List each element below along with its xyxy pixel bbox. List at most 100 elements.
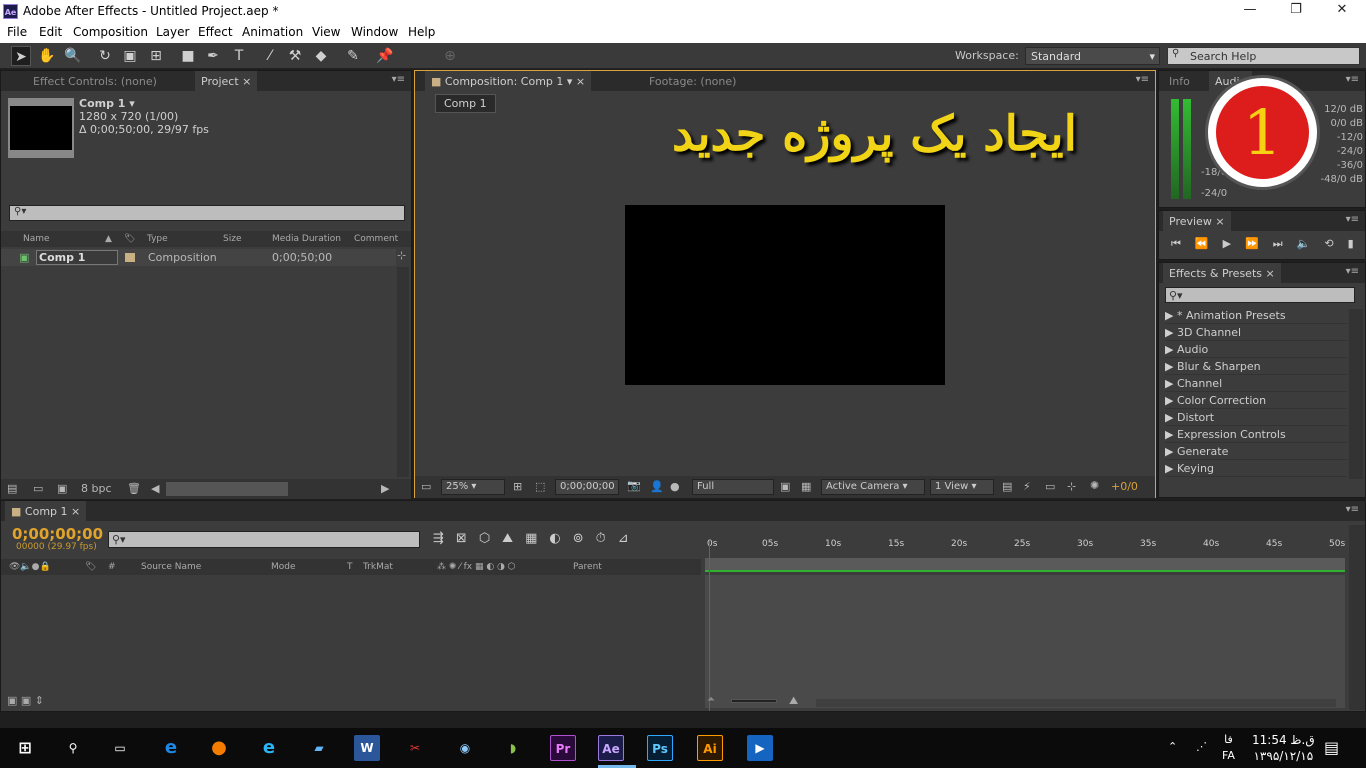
edge-icon[interactable]: e xyxy=(158,735,184,761)
exposure-icon[interactable]: ✺ xyxy=(1090,479,1099,492)
effect-category[interactable]: ▶ 3D Channel xyxy=(1165,324,1347,341)
horizontal-scrollbar[interactable] xyxy=(166,482,288,496)
rectangle-tool-icon[interactable]: ■ xyxy=(178,46,198,66)
composition-canvas[interactable] xyxy=(625,205,945,385)
current-time-display[interactable]: 0;00;00;00 xyxy=(12,525,103,543)
media-player-icon[interactable]: ▶ xyxy=(747,735,773,761)
menu-view[interactable]: View xyxy=(312,25,340,39)
rotate-tool-icon[interactable]: ↻ xyxy=(95,46,115,66)
roto-brush-tool-icon[interactable]: ✎ xyxy=(343,46,363,66)
current-time-field[interactable]: 0;00;00;00 xyxy=(555,479,619,495)
panel-menu-icon[interactable]: ▾≡ xyxy=(1346,214,1359,225)
puppet-pin-tool-icon[interactable]: 📌 xyxy=(375,46,395,66)
effect-category[interactable]: ▶ Distort xyxy=(1165,409,1347,426)
panel-menu-icon[interactable]: ▾≡ xyxy=(1136,74,1149,85)
menu-window[interactable]: Window xyxy=(351,25,398,39)
bit-depth-label[interactable]: 8 bpc xyxy=(81,482,112,495)
effects-search-input[interactable]: ⚲▾ xyxy=(1165,287,1355,303)
maximize-button[interactable]: ❐ xyxy=(1273,2,1319,22)
first-frame-icon[interactable]: ⏮ xyxy=(1171,237,1195,250)
always-preview-icon[interactable]: ▭ xyxy=(421,480,431,493)
frame-blending-icon[interactable]: ▦ xyxy=(525,531,549,546)
eraser-tool-icon[interactable]: ◆ xyxy=(311,46,331,66)
time-ruler[interactable]: 0s 05s 10s 15s 20s 25s 30s 35s 40s 45s 50s xyxy=(705,525,1350,555)
menu-file[interactable]: File xyxy=(7,25,27,39)
pen-tool-icon[interactable]: ✒ xyxy=(203,46,223,66)
column-t[interactable]: T xyxy=(347,562,353,572)
photoshop-icon[interactable]: Ps xyxy=(647,735,673,761)
project-search-input[interactable]: ⚲▾ xyxy=(9,205,405,221)
menu-edit[interactable]: Edit xyxy=(39,25,62,39)
loop-icon[interactable]: ⟲ xyxy=(1324,237,1347,250)
media-app-icon[interactable]: ✂ xyxy=(402,735,428,761)
timeline-search-input[interactable]: ⚲▾ xyxy=(108,531,420,548)
column-mode[interactable]: Mode xyxy=(271,562,296,572)
file-explorer-icon[interactable]: ▰ xyxy=(306,735,332,761)
current-time-indicator[interactable] xyxy=(709,541,710,711)
workspace-select[interactable]: Standard ▾ xyxy=(1025,47,1160,65)
effects-scrollbar[interactable] xyxy=(1349,309,1363,479)
column-parent[interactable]: Parent xyxy=(573,562,602,572)
notifications-icon[interactable]: ▤ xyxy=(1324,738,1339,757)
comp-mini-flowchart-icon[interactable]: ⇶ xyxy=(433,531,456,546)
ram-preview-icon[interactable]: ▮ xyxy=(1348,237,1366,250)
hand-tool-icon[interactable]: ✋ xyxy=(37,46,57,66)
timeline-footer-icons[interactable]: ▣ ▣ ⇕ xyxy=(7,694,44,707)
live-update-icon[interactable]: ⊠ xyxy=(456,531,479,546)
sort-icon[interactable]: ▲ xyxy=(105,234,112,244)
column-source-name[interactable]: Source Name xyxy=(141,562,201,572)
effect-category[interactable]: ▶ Blur & Sharpen xyxy=(1165,358,1347,375)
effect-category[interactable]: ▶ Generate xyxy=(1165,443,1347,460)
task-view-icon[interactable]: ▭ xyxy=(107,735,133,761)
tab-info[interactable]: Info xyxy=(1163,71,1196,91)
motion-blur-icon[interactable]: ◐ xyxy=(549,531,572,546)
illustrator-icon[interactable]: Ai xyxy=(697,735,723,761)
play-icon[interactable]: ▶ xyxy=(1223,237,1245,250)
pan-behind-tool-icon[interactable]: ⊞ xyxy=(146,46,166,66)
scroll-left-icon[interactable]: ◀ xyxy=(151,482,159,495)
effect-category[interactable]: ▶ Color Correction xyxy=(1165,392,1347,409)
next-frame-icon[interactable]: ⏩ xyxy=(1245,237,1273,250)
menu-effect[interactable]: Effect xyxy=(198,25,233,39)
shy-icon[interactable]: ⛰ xyxy=(502,531,525,546)
internet-explorer-icon[interactable]: e xyxy=(256,735,282,761)
menu-composition[interactable]: Composition xyxy=(73,25,148,39)
effect-category[interactable]: ▶ Channel xyxy=(1165,375,1347,392)
comp-navigator-button[interactable]: Comp 1 xyxy=(435,94,496,113)
flowchart-icon[interactable]: ⊹ xyxy=(397,249,406,262)
toggle-pixel-aspect-icon[interactable]: ▤ xyxy=(1002,480,1012,493)
language-indicator[interactable]: فا FA xyxy=(1222,732,1235,764)
audio-icon[interactable]: 🔈 xyxy=(1297,237,1325,250)
camera-tool-icon[interactable]: ▣ xyxy=(120,46,140,66)
panel-menu-icon[interactable]: ▾≡ xyxy=(1346,504,1359,515)
new-comp-icon[interactable]: ▣ xyxy=(57,482,67,495)
view-layout-select[interactable]: 1 View ▾ xyxy=(930,479,994,495)
brainstorm-icon[interactable]: ⊚ xyxy=(573,531,596,546)
cinema-icon[interactable]: ◉ xyxy=(452,735,478,761)
interpret-footage-icon[interactable]: ▤ xyxy=(7,482,17,495)
comp-info-name[interactable]: Comp 1 ▾ xyxy=(79,97,209,110)
start-icon[interactable]: ⊞ xyxy=(12,735,38,761)
layer-track-area[interactable] xyxy=(705,575,1345,708)
trash-icon[interactable]: 🗑 xyxy=(127,482,141,495)
timeline-icon[interactable]: ▭ xyxy=(1045,480,1055,493)
timeline-horizontal-scrollbar[interactable] xyxy=(816,699,1336,707)
show-hidden-icons[interactable]: ⌃ xyxy=(1168,740,1177,753)
panel-menu-icon[interactable]: ▾≡ xyxy=(1346,266,1359,277)
region-of-interest-icon[interactable]: ▣ xyxy=(780,480,790,493)
word-icon[interactable]: W xyxy=(354,735,380,761)
column-comment[interactable]: Comment xyxy=(354,234,398,244)
search-help-input[interactable]: Search Help xyxy=(1167,47,1360,65)
tab-effect-controls[interactable]: Effect Controls: (none) xyxy=(27,71,163,91)
tab-effects-presets[interactable]: Effects & Presets × xyxy=(1163,263,1281,283)
show-snapshot-icon[interactable]: 👤 xyxy=(650,480,664,493)
snapshot-icon[interactable]: 📷 xyxy=(627,479,641,492)
column-name[interactable]: Name xyxy=(23,234,50,244)
tab-timeline-comp[interactable]: ■ Comp 1 × xyxy=(5,501,87,521)
grid-icon[interactable]: ⊞ xyxy=(513,480,522,493)
effect-category[interactable]: ▶ Expression Controls xyxy=(1165,426,1347,443)
close-button[interactable]: ✕ xyxy=(1319,2,1365,22)
panel-menu-icon[interactable]: ▾≡ xyxy=(1346,74,1359,85)
auto-keyframe-icon[interactable]: ⏱ xyxy=(596,531,618,546)
flowchart-icon[interactable]: ⊹ xyxy=(1067,480,1076,493)
